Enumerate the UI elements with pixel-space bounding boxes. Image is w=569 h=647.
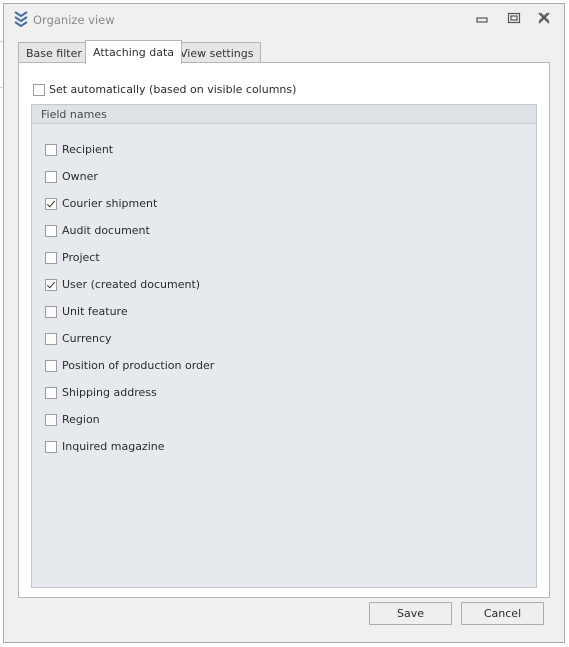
field-item-shipping-address[interactable]: Shipping address [45, 385, 345, 401]
field-label: Courier shipment [62, 197, 158, 210]
field-item-recipient[interactable]: Recipient [45, 142, 345, 158]
field-item-region[interactable]: Region [45, 412, 345, 428]
field-label: User (created document) [62, 278, 201, 291]
app-logo-icon [14, 11, 28, 28]
window-title: Organize view [33, 13, 115, 27]
field-item-owner[interactable]: Owner [45, 169, 345, 185]
field-label: Currency [62, 332, 112, 345]
save-button[interactable]: Save [369, 602, 452, 625]
field-checkbox[interactable] [45, 333, 57, 345]
field-checkbox[interactable] [45, 360, 57, 372]
field-item-courier-shipment[interactable]: Courier shipment [45, 196, 345, 212]
field-label: Position of production order [62, 359, 215, 372]
field-label: Recipient [62, 143, 114, 156]
organize-view-dialog: Organize view Base filter Attaching data… [3, 3, 565, 643]
field-checkbox[interactable] [45, 387, 57, 399]
field-checkbox[interactable] [45, 225, 57, 237]
field-item-project[interactable]: Project [45, 250, 345, 266]
tab-label: Base filter [26, 47, 82, 60]
tab-view-settings[interactable]: View settings [172, 42, 262, 63]
field-item-user-created-document[interactable]: User (created document) [45, 277, 345, 293]
field-item-inquired-magazine[interactable]: Inquired magazine [45, 439, 345, 455]
field-label: Inquired magazine [62, 440, 165, 453]
field-item-position-of-production-order[interactable]: Position of production order [45, 358, 345, 374]
attaching-data-panel: Set automatically (based on visible colu… [18, 62, 550, 598]
field-item-unit-feature[interactable]: Unit feature [45, 304, 345, 320]
field-checkbox[interactable] [45, 144, 57, 156]
field-checkbox[interactable] [45, 279, 57, 291]
field-checkbox[interactable] [45, 198, 57, 210]
field-checkbox[interactable] [45, 414, 57, 426]
field-label: Region [62, 413, 100, 426]
set-automatically-checkbox[interactable] [33, 84, 45, 96]
field-label: Unit feature [62, 305, 128, 318]
field-label: Owner [62, 170, 98, 183]
field-checkbox[interactable] [45, 306, 57, 318]
group-header: Field names [32, 105, 536, 124]
title-bar[interactable]: Organize view [4, 4, 564, 34]
restore-icon[interactable] [506, 11, 522, 25]
tab-label: View settings [180, 47, 254, 60]
tab-label: Attaching data [93, 46, 175, 59]
field-names-group: Field names Recipient Owner Courier ship… [31, 104, 537, 588]
tab-attaching-data[interactable]: Attaching data [85, 40, 183, 64]
set-automatically-label[interactable]: Set automatically (based on visible colu… [49, 83, 296, 96]
field-checkbox[interactable] [45, 441, 57, 453]
close-icon[interactable] [536, 11, 552, 25]
field-checkbox[interactable] [45, 171, 57, 183]
field-label: Shipping address [62, 386, 157, 399]
field-label: Project [62, 251, 100, 264]
minimize-icon[interactable] [474, 11, 490, 25]
group-title: Field names [41, 108, 107, 121]
field-checkbox[interactable] [45, 252, 57, 264]
tab-base-filter[interactable]: Base filter [18, 42, 90, 63]
field-item-audit-document[interactable]: Audit document [45, 223, 345, 239]
field-item-currency[interactable]: Currency [45, 331, 345, 347]
cancel-button[interactable]: Cancel [461, 602, 544, 625]
field-label: Audit document [62, 224, 150, 237]
